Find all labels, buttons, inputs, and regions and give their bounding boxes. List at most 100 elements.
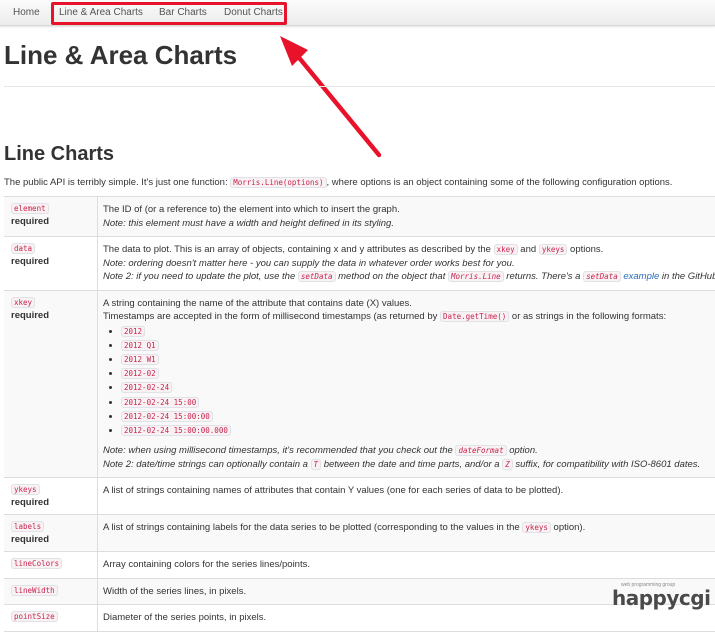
options-table: element required The ID of (or a referen… [4,196,715,632]
annotation-arrow-icon [280,36,382,158]
description-line: A list of strings containing labels for … [103,521,710,535]
description-text: option). [550,522,586,534]
required-label: required [11,497,50,509]
option-name: labels [11,521,45,533]
code-snippet: ykeys [522,522,551,534]
note-text: in the GitHub repo. [661,271,715,282]
timestamp-format-list: 2012 2012 Q1 2012 W1 2012-02 2012-02-24 … [103,325,710,439]
option-row-linecolors: lineColors Array containing colors for t… [4,552,715,579]
example-link[interactable]: example [623,271,659,282]
section-title: Line Charts [4,143,115,165]
option-name-cell: xkey required [4,290,98,478]
code-snippet: Z [502,458,513,470]
nav-home-link[interactable]: Home [13,0,40,26]
note-text: Note: when using millisecond timestamps,… [103,445,456,457]
note-line: Note 2: date/time strings can optionally… [103,458,710,472]
note-text: Note 2: if you need to update the plot, … [103,271,298,282]
option-name-cell: ykeys required [4,478,98,515]
code-snippet: Morris.Line(options) [230,177,327,188]
note-line: Note: when using millisecond timestamps,… [103,444,710,458]
option-name-cell: pointSize [4,605,98,631]
option-description: The data to plot. This is an array of ob… [98,237,715,290]
format-code: 2012-02-24 15:00:00.000 [121,424,231,436]
code-snippet: ykeys [538,244,568,255]
option-name-cell: labels required [4,515,98,552]
option-name: pointSize [11,611,58,623]
option-name: lineWidth [11,584,58,596]
list-item: 2012-02-24 15:00:00.000 [121,424,710,438]
required-label: required [11,534,50,546]
format-code: 2012 Q1 [121,339,159,351]
option-description: The ID of (or a reference to) the elemen… [98,197,715,236]
note-text: between the date and time parts, and/or … [321,458,503,470]
option-description: A list of strings containing labels for … [98,515,715,551]
description-text: or as strings in the following formats: [509,311,667,322]
note-text: Note: ordering doesn't matter here - you… [103,257,515,269]
option-row-element: element required The ID of (or a referen… [4,197,715,237]
description-text: A string containing the name of the attr… [103,297,412,309]
option-description: A string containing the name of the attr… [98,291,715,478]
list-item: 2012 [121,325,710,339]
list-item: 2012 W1 [121,353,710,367]
description-text: The ID of (or a reference to) the elemen… [103,204,400,215]
option-row-linewidth: lineWidth Width of the series lines, in … [4,578,715,606]
option-row-ykeys: ykeys required A list of strings contain… [4,478,715,516]
description-text: options. [567,244,604,255]
option-description: Array containing colors for the series l… [98,552,715,578]
option-row-labels: labels required A list of strings contai… [4,515,715,553]
option-name-cell: element required [4,197,98,236]
option-name: element [11,203,49,214]
code-snippet: setData [297,271,336,282]
note-text: option. [506,445,538,457]
list-item: 2012-02-24 [121,381,710,395]
note-text: Note 2: date/time strings can optionally… [103,458,311,470]
code-snippet: setData [583,271,621,282]
annotation-highlight-box [51,2,287,25]
list-item: 2012-02-24 15:00 [121,396,710,410]
note-text: suffix, for compatibility with ISO-8601 … [512,458,701,470]
description-line: Timestamps are accepted in the form of m… [103,310,710,324]
watermark-brand: happycgi [612,586,711,610]
divider [4,86,715,87]
description-text: Array containing colors for the series l… [103,559,310,571]
note-line: Note 2: if you need to update the plot, … [103,270,715,284]
required-label: required [11,309,50,321]
code-snippet: xkey [493,244,518,255]
option-row-xkey: xkey required A string containing the na… [4,290,715,479]
code-snippet: Morris.Line [448,271,504,282]
intro-text: , where options is an object containing … [326,177,673,188]
format-code: 2012-02 [121,368,159,380]
note-text: Note: this element must have a width and… [103,217,394,229]
format-code: 2012 W1 [121,353,159,365]
note-text: returns. There's a [503,271,584,282]
description-text: Diameter of the series points, in pixels… [103,612,267,624]
description-line: The data to plot. This is an array of ob… [103,243,710,257]
option-name: lineColors [11,558,63,570]
watermark-logo: web programming group happycgi [612,582,712,612]
code-snippet: Date.getTime() [440,311,510,322]
option-row-pointsize: pointSize Diameter of the series points,… [4,605,715,632]
description-text: A list of strings containing names of at… [103,485,564,497]
description-text: Timestamps are accepted in the form of m… [103,311,441,322]
description-text: and [517,244,539,255]
format-code: 2012-02-24 [121,382,173,394]
required-label: required [11,216,50,227]
code-snippet: T [310,458,322,470]
list-item: 2012 Q1 [121,339,710,353]
option-name-cell: data required [4,237,98,290]
list-item: 2012-02-24 15:00:00 [121,410,710,424]
description-text: The data to plot. This is an array of ob… [103,244,494,255]
required-label: required [11,256,50,267]
option-name: xkey [11,296,36,308]
option-row-data: data required The data to plot. This is … [4,237,715,291]
intro-text: The public API is terribly simple. It's … [4,177,231,188]
note-text: method on the object that [335,271,448,282]
description-text: A list of strings containing labels for … [103,522,523,534]
format-code: 2012-02-24 15:00:00 [121,410,213,422]
page-title: Line & Area Charts [4,40,238,70]
format-code: 2012-02-24 15:00 [121,396,200,408]
option-name: ykeys [11,484,40,496]
option-name-cell: lineColors [4,552,98,578]
option-name: data [11,243,36,254]
format-code: 2012 [121,325,146,337]
